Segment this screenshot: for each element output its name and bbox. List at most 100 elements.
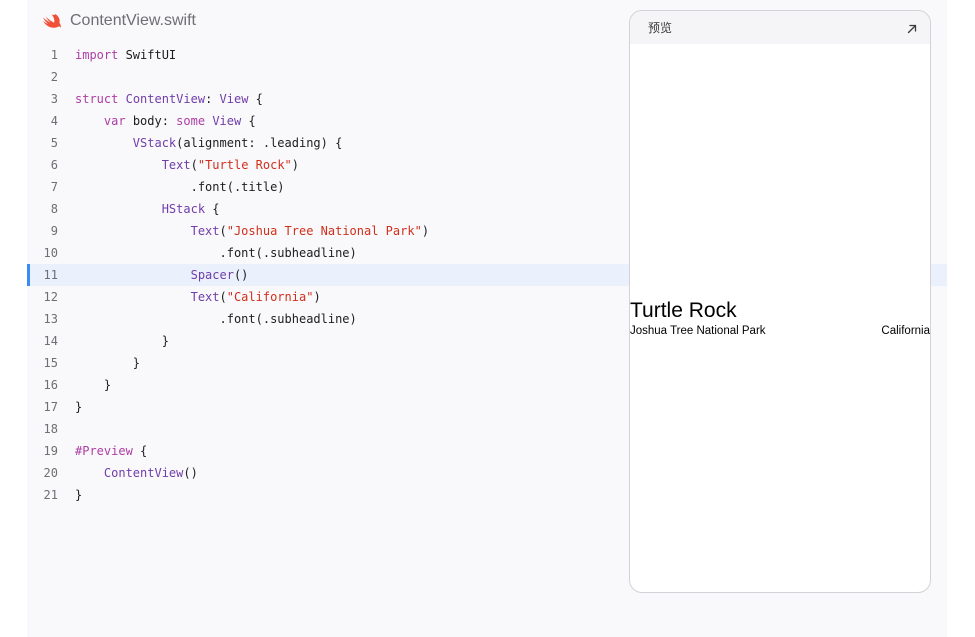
line-number: 18: [43, 422, 58, 436]
code-token: {: [132, 444, 148, 458]
line-number: 20: [43, 466, 58, 480]
code-text: ContentView(): [75, 462, 198, 484]
line-number: 17: [43, 400, 58, 414]
code-text: .font(.title): [75, 176, 285, 198]
preview-vstack: Turtle Rock Joshua Tree National Park Ca…: [630, 298, 930, 338]
code-token: .font(.subheadline): [75, 312, 357, 326]
code-token: "Joshua Tree National Park": [226, 224, 422, 238]
code-token: Text: [190, 290, 220, 304]
code-token: VStack: [132, 136, 177, 150]
code-token: Text: [190, 224, 220, 238]
code-token: some: [176, 114, 206, 128]
preview-title-text: Turtle Rock: [630, 299, 737, 322]
code-text: }: [75, 484, 82, 506]
code-token: #Preview: [75, 444, 133, 458]
code-token: body:: [125, 114, 177, 128]
code-text: }: [75, 396, 82, 418]
line-number: 2: [50, 70, 58, 84]
line-number: 6: [50, 158, 58, 172]
line-number: 8: [50, 202, 58, 216]
code-token: struct: [75, 92, 119, 106]
preview-canvas: Turtle Rock Joshua Tree National Park Ca…: [630, 44, 930, 592]
code-token: }: [75, 334, 169, 348]
line-number: 14: [43, 334, 58, 348]
code-token: }: [75, 378, 112, 392]
code-token: (: [219, 290, 227, 304]
code-token: ContentView: [103, 466, 184, 480]
code-token: (alignment: .leading) {: [176, 136, 343, 150]
code-token: (): [233, 268, 249, 282]
line-number: 15: [43, 356, 58, 370]
code-text: var body: some View {: [75, 110, 256, 132]
code-text: .font(.subheadline): [75, 242, 357, 264]
code-token: {: [241, 114, 256, 128]
line-number: 13: [43, 312, 58, 326]
code-text: Text("Turtle Rock"): [75, 154, 299, 176]
code-text: .font(.subheadline): [75, 308, 357, 330]
code-token: ContentView: [125, 92, 206, 106]
code-token: }: [75, 356, 141, 370]
code-token: ): [313, 290, 321, 304]
file-name: ContentView.swift: [70, 12, 196, 29]
preview-subtitle-text: Joshua Tree National Park: [630, 325, 766, 337]
code-token: View: [212, 114, 242, 128]
code-token: Spacer: [190, 268, 234, 282]
preview-location-text: California: [881, 325, 930, 337]
code-text: #Preview {: [75, 440, 147, 462]
code-token: (: [190, 158, 198, 172]
preview-header: 预览: [630, 11, 930, 44]
code-token: .font(.subheadline): [75, 246, 357, 260]
code-token: View: [219, 92, 249, 106]
code-text: struct ContentView: View {: [75, 88, 263, 110]
code-token: "Turtle Rock": [197, 158, 292, 172]
file-header: ContentView.swift: [42, 10, 196, 32]
code-token: ): [421, 224, 430, 238]
line-number: 9: [50, 224, 58, 238]
code-text: Spacer(): [75, 264, 249, 286]
swift-logo-icon: [42, 13, 62, 30]
code-text: VStack(alignment: .leading) {: [75, 132, 343, 154]
line-number: 5: [50, 136, 58, 150]
preview-title: 预览: [648, 21, 673, 35]
line-number: 21: [43, 488, 58, 502]
code-text: }: [75, 330, 169, 352]
code-text: }: [75, 352, 140, 374]
expand-arrow-icon[interactable]: [906, 22, 918, 34]
preview-hstack: Joshua Tree National Park California: [630, 324, 930, 338]
code-text: Text("California"): [75, 286, 321, 308]
code-text: Text("Joshua Tree National Park"): [75, 220, 429, 242]
code-token: Text: [161, 158, 191, 172]
line-number: 11: [43, 268, 58, 282]
code-token: ): [291, 158, 299, 172]
code-text: import SwiftUI: [75, 44, 176, 66]
code-text: HStack {: [75, 198, 220, 220]
code-token: (): [183, 466, 198, 480]
code-token: .font(.title): [75, 180, 285, 194]
code-token: import: [75, 48, 119, 62]
preview-panel: 预览 Turtle Rock Joshua Tree National Park…: [629, 10, 931, 593]
line-number: 4: [50, 114, 58, 128]
code-token: }: [75, 400, 83, 414]
code-token: "California": [226, 290, 314, 304]
code-token: var: [103, 114, 126, 128]
line-number: 12: [43, 290, 58, 304]
line-number: 10: [43, 246, 58, 260]
line-number: 7: [50, 180, 58, 194]
code-token: {: [205, 202, 220, 216]
code-text: }: [75, 374, 111, 396]
code-token: SwiftUI: [118, 48, 177, 62]
line-number: 3: [50, 92, 58, 106]
code-token: HStack: [161, 202, 206, 216]
line-number: 19: [43, 444, 58, 458]
line-number: 16: [43, 378, 58, 392]
code-token: }: [75, 488, 83, 502]
